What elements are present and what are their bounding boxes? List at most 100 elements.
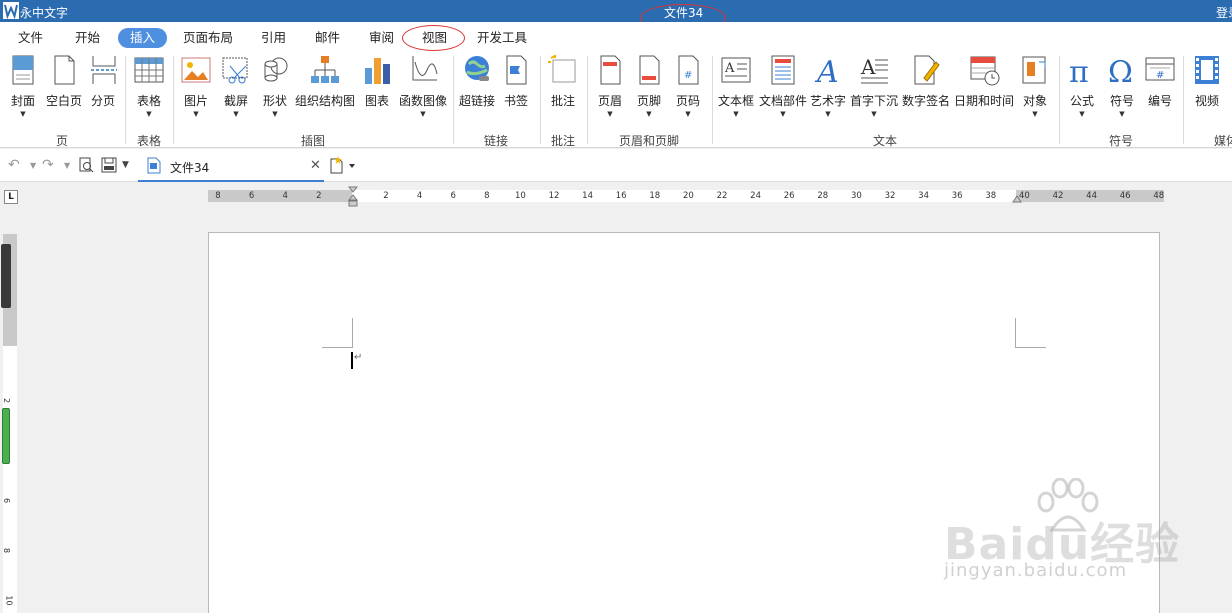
symbol-button[interactable]: Ω 符号 ▼ <box>1104 54 1140 118</box>
wordart-label: 艺术字 <box>809 94 846 108</box>
page-number-button[interactable]: # 页码 ▼ <box>671 54 705 118</box>
dropdown-arrow-icon: ▼ <box>146 110 152 118</box>
wordart-button[interactable]: A 艺术字 ▼ <box>809 54 847 118</box>
group-separator <box>125 56 126 144</box>
blank-page-button[interactable]: 空白页 <box>44 54 84 109</box>
tab-review[interactable]: 审阅 <box>363 28 400 48</box>
chart-button[interactable]: 图表 <box>362 54 392 109</box>
cover-label: 封面 <box>10 94 35 108</box>
page-break-button[interactable]: 分页 <box>88 54 118 109</box>
org-chart-label: 组织结构图 <box>295 94 356 108</box>
vertical-ruler-top-handle[interactable] <box>1 244 11 308</box>
tab-file[interactable]: 文件 <box>12 28 49 48</box>
object-button[interactable]: 对象 ▼ <box>1018 54 1052 118</box>
group-label-symbols: 符号 <box>1109 134 1134 148</box>
close-tab-icon[interactable]: ✕ <box>310 158 321 173</box>
bookmark-button[interactable]: 书签 <box>500 54 532 109</box>
date-time-button[interactable]: 日期和时间 <box>953 54 1015 109</box>
dropdown-arrow-icon: ▼ <box>233 110 239 118</box>
function-graph-button[interactable]: 函数图像 ▼ <box>398 54 448 118</box>
tab-developer[interactable]: 开发工具 <box>471 28 533 48</box>
numbering-label: 编号 <box>1147 94 1172 108</box>
tab-home[interactable]: 开始 <box>69 28 106 48</box>
digital-signature-button[interactable]: 数字签名 <box>901 54 951 109</box>
video-button[interactable]: 视频 <box>1190 54 1224 109</box>
dropdown-arrow-icon: ▼ <box>420 110 426 118</box>
symbol-icon: Ω <box>1108 55 1133 86</box>
menu-bar: 文件 开始 插入 页面布局 引用 邮件 审阅 视图 开发工具 <box>0 22 1232 52</box>
hyperlink-button[interactable]: 超链接 <box>459 54 495 109</box>
textbox-button[interactable]: A 文本框 ▼ <box>716 54 756 118</box>
textbox-icon: A <box>721 57 751 83</box>
formula-button[interactable]: π 公式 ▼ <box>1064 54 1100 118</box>
document-tab-name: 文件34 <box>170 161 210 175</box>
video-icon <box>1195 56 1219 84</box>
svg-text:Ω: Ω <box>1108 55 1133 86</box>
ruler-tick-label: 36 <box>951 191 963 201</box>
document-tab[interactable]: 文件34 ✕ <box>138 151 324 182</box>
picture-icon <box>181 57 211 83</box>
ruler-tick-label: 4 <box>416 191 423 201</box>
dropdown-arrow-icon: ▼ <box>20 110 26 118</box>
symbol-label: 符号 <box>1109 94 1134 108</box>
ruler-tick-label: 8 <box>215 191 221 201</box>
dropdown-arrow-icon: ▼ <box>871 110 877 118</box>
numbering-icon: # <box>1145 57 1175 81</box>
tab-view[interactable]: 视图 <box>416 28 453 48</box>
tab-mailings[interactable]: 邮件 <box>309 28 346 48</box>
vertical-ruler-position-handle[interactable] <box>2 408 10 464</box>
redo-icon[interactable]: ↷ <box>42 157 54 173</box>
screenshot-icon <box>222 57 248 84</box>
object-icon <box>1022 56 1046 84</box>
redo-dropdown-icon[interactable]: ▼ <box>64 161 70 170</box>
footer-button[interactable]: 页脚 ▼ <box>632 54 666 118</box>
org-chart-button[interactable]: 组织结构图 <box>295 54 355 109</box>
tab-stop-selector[interactable]: L <box>4 190 18 204</box>
drop-cap-button[interactable]: A 首字下沉 ▼ <box>849 54 899 118</box>
new-document-icon[interactable] <box>329 156 355 174</box>
ruler-tick-label: 16 <box>615 191 627 201</box>
doc-parts-button[interactable]: 文档部件 ▼ <box>758 54 808 118</box>
tab-page-layout[interactable]: 页面布局 <box>177 28 239 48</box>
header-button[interactable]: 页眉 ▼ <box>593 54 627 118</box>
tab-insert[interactable]: 插入 <box>118 28 168 48</box>
cover-button[interactable]: 封面 ▼ <box>6 54 40 118</box>
comment-label: 批注 <box>550 94 575 108</box>
ruler-tick-label: 30 <box>850 191 862 201</box>
group-label-text: 文本 <box>873 134 898 148</box>
comment-button[interactable]: 批注 <box>546 54 580 109</box>
svg-text:A: A <box>724 61 735 76</box>
right-indent-marker-icon[interactable] <box>1012 195 1022 203</box>
undo-dropdown-icon[interactable]: ▼ <box>30 161 36 170</box>
indent-marker-icon[interactable] <box>348 186 358 208</box>
group-separator <box>453 56 454 144</box>
watermark-url: jingyan.baidu.com <box>944 560 1128 581</box>
picture-button[interactable]: 图片 ▼ <box>179 54 213 118</box>
ruler-tick-label: 38 <box>985 191 997 201</box>
save-icon[interactable] <box>101 157 117 173</box>
print-preview-icon[interactable] <box>78 157 94 173</box>
group-label-comments: 批注 <box>551 134 576 148</box>
ruler-tick-label: 14 <box>582 191 594 201</box>
login-button[interactable]: 登录 <box>1216 4 1232 21</box>
footer-icon <box>639 55 660 85</box>
screenshot-button[interactable]: 截屏 ▼ <box>219 54 253 118</box>
numbering-button[interactable]: # 编号 <box>1142 54 1178 109</box>
undo-icon[interactable]: ↶ <box>8 157 20 173</box>
ruler-tick-label: 2 <box>316 191 322 201</box>
group-label-links: 链接 <box>484 134 509 148</box>
shapes-button[interactable]: 形状 ▼ <box>258 54 292 118</box>
ruler-tick-label: 20 <box>682 191 694 201</box>
dropdown-arrow-icon: ▼ <box>193 110 199 118</box>
svg-text:A: A <box>814 55 839 86</box>
hyperlink-icon <box>465 56 489 81</box>
customize-toolbar-icon[interactable]: ▼ <box>122 160 129 170</box>
table-button[interactable]: 表格 ▼ <box>132 54 166 118</box>
dropdown-arrow-icon: ▼ <box>825 110 831 118</box>
tab-references[interactable]: 引用 <box>255 28 292 48</box>
ruler-tick-label: 48 <box>1153 191 1165 201</box>
group-label-page: 页 <box>56 134 69 148</box>
chart-icon <box>365 58 390 84</box>
shapes-icon <box>264 57 288 82</box>
blank-page-label: 空白页 <box>45 94 82 108</box>
